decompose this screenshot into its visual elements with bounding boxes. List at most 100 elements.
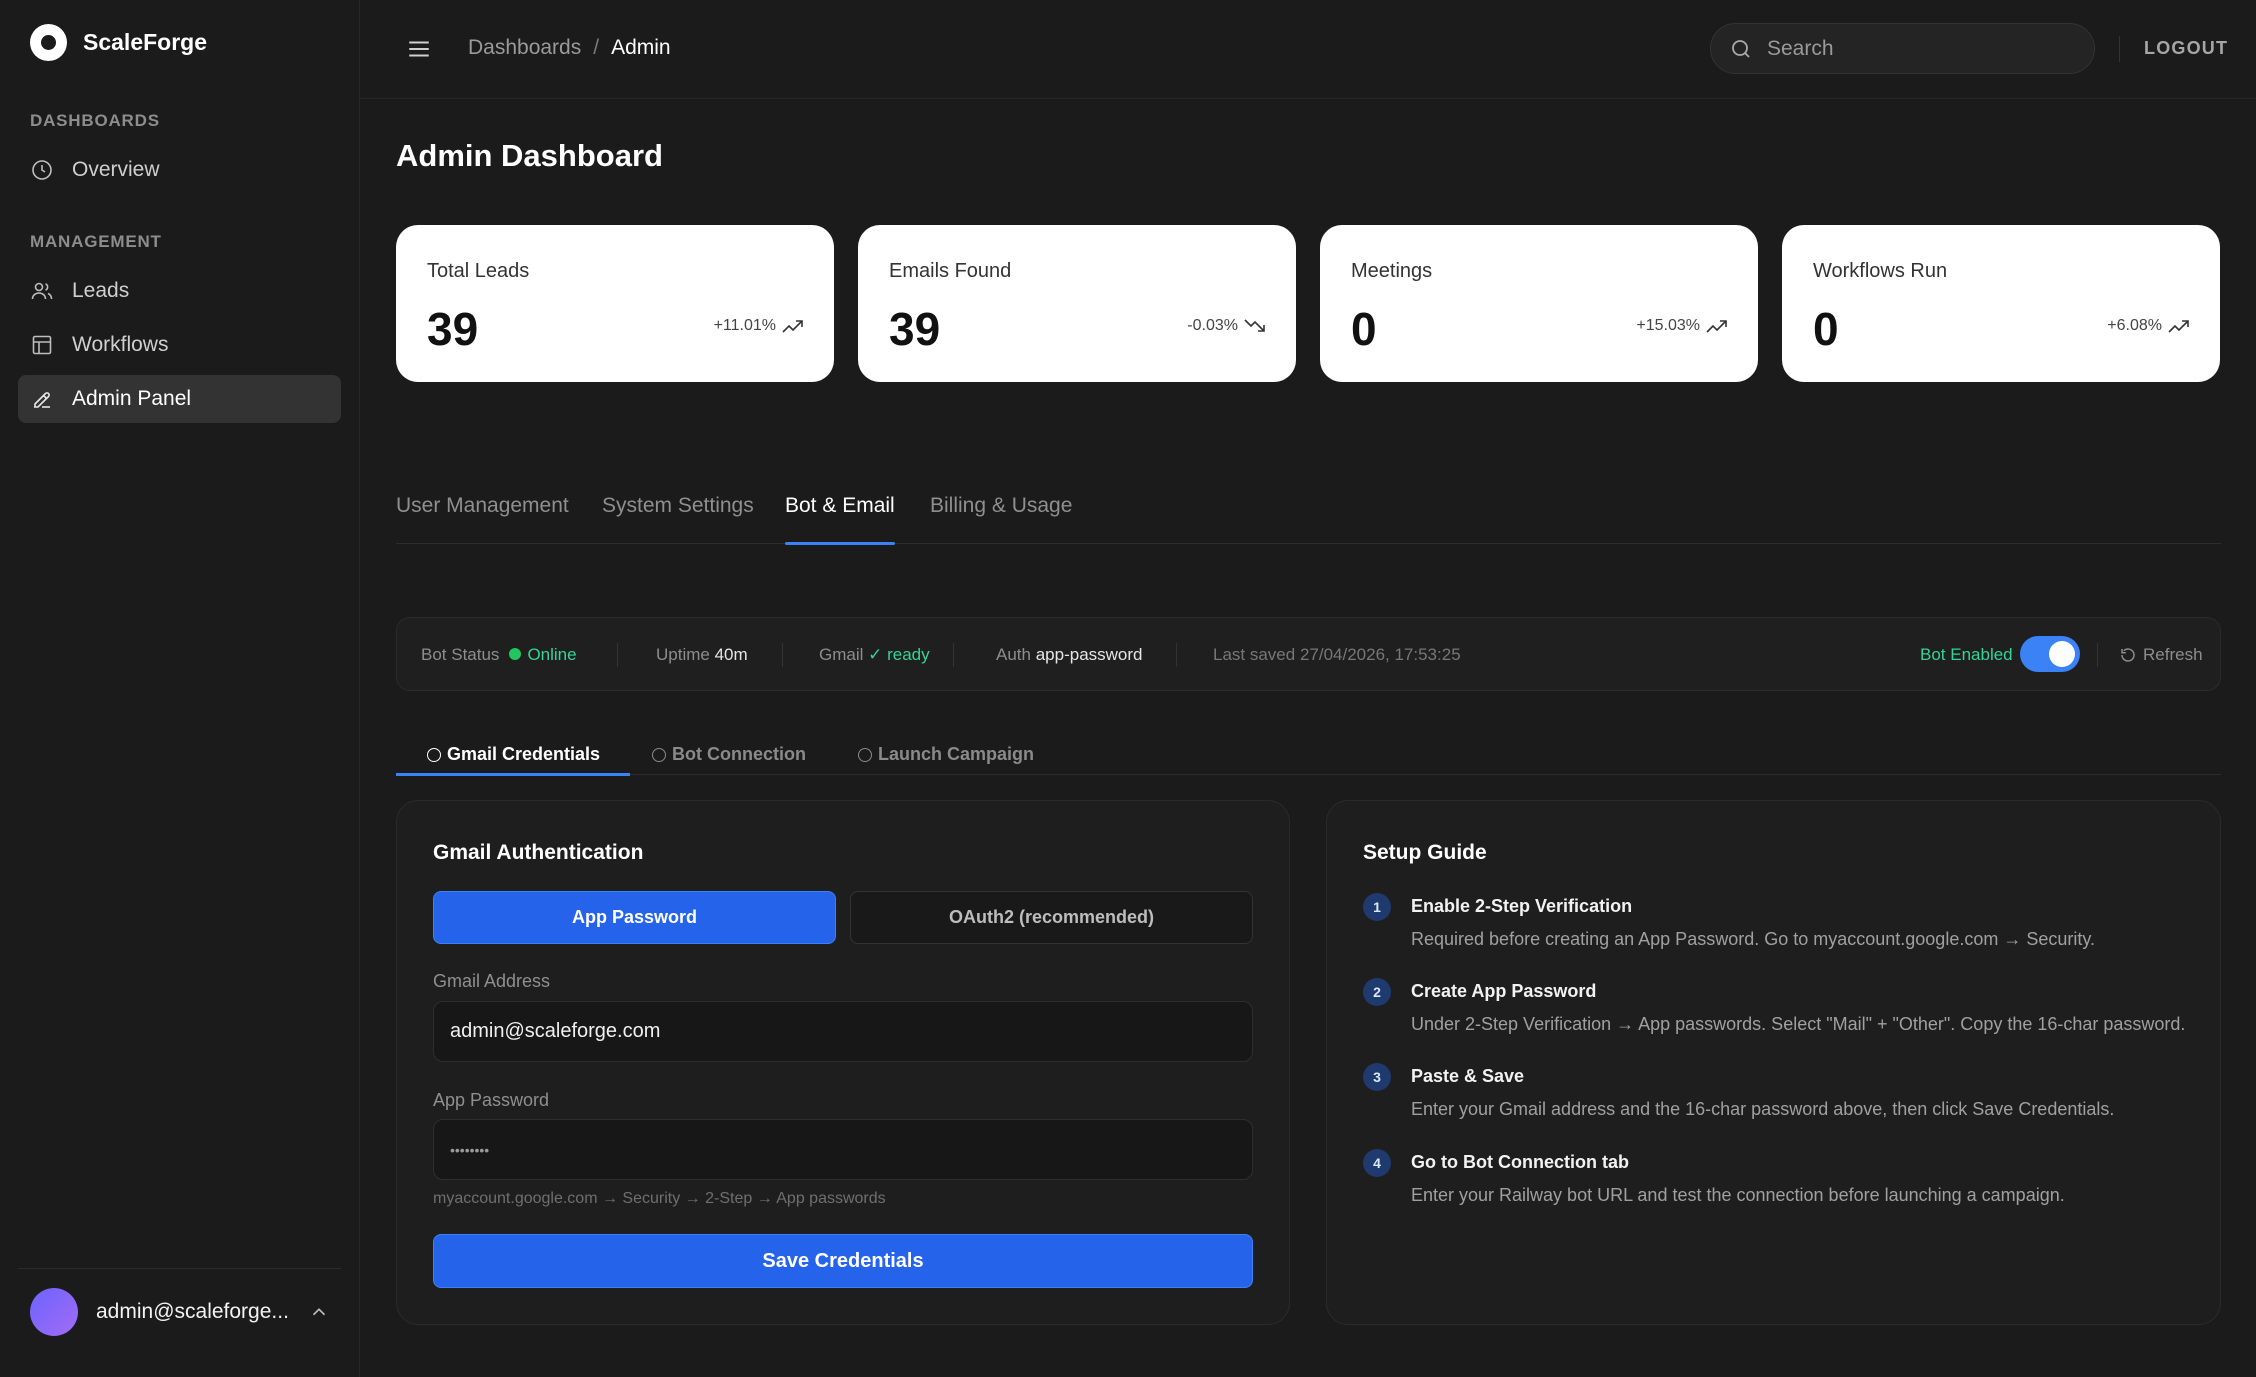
link-circle-icon xyxy=(652,747,666,762)
step-title: Enable 2-Step Verification xyxy=(1411,896,1633,916)
auth-label: Auth xyxy=(996,645,1031,664)
bot-email-subtabs: Gmail Credentials Bot Connection Launch … xyxy=(395,720,2221,776)
step-description: Enter your Gmail address and the 16-char… xyxy=(1411,1099,2115,1119)
gmail-value: ✓ ready xyxy=(868,645,930,664)
sidebar-item-admin-panel[interactable]: Admin Panel xyxy=(18,375,341,423)
subtab-gmail-credentials[interactable]: Gmail Credentials xyxy=(395,734,631,776)
sidebar-item-leads[interactable]: Leads xyxy=(18,267,341,315)
page-title: Admin Dashboard xyxy=(396,138,663,173)
stat-change: +6.08% xyxy=(2107,317,2190,335)
info-circle-icon xyxy=(427,747,441,762)
tab-billing-usage[interactable]: Billing & Usage xyxy=(930,494,1072,544)
users-icon xyxy=(31,282,53,300)
gmail-address-input[interactable] xyxy=(433,1001,1253,1062)
subtab-label: Gmail Credentials xyxy=(447,744,601,764)
app-password-mode-button[interactable]: App Password xyxy=(433,891,836,944)
stat-change-value: +11.01% xyxy=(713,317,776,334)
stat-change-value: +15.03% xyxy=(1636,317,1700,334)
bot-status-label: Bot Status xyxy=(421,645,500,664)
refresh-button[interactable]: Refresh xyxy=(2119,645,2203,665)
trend-up-icon xyxy=(2168,320,2189,333)
subtab-launch-campaign[interactable]: Launch Campaign xyxy=(858,734,1034,775)
search-box[interactable] xyxy=(1710,23,2095,74)
sidebar-item-label: Workflows xyxy=(72,333,169,356)
tab-bot-email[interactable]: Bot & Email xyxy=(785,494,895,545)
breadcrumb-admin: Admin xyxy=(611,36,671,59)
subtab-bot-connection[interactable]: Bot Connection xyxy=(652,734,806,775)
uptime: Uptime 40m xyxy=(656,645,748,665)
rocket-circle-icon xyxy=(858,747,872,762)
logout-button[interactable]: LOGOUT xyxy=(2144,38,2228,59)
search-icon xyxy=(1732,39,1750,58)
user-menu[interactable]: admin@scaleforge... xyxy=(30,1287,330,1337)
sidebar-item-label: Leads xyxy=(72,279,130,302)
bot-enabled-label: Bot Enabled xyxy=(1920,645,2013,664)
trend-down-icon xyxy=(1244,319,1265,332)
brand-logo-icon xyxy=(30,24,67,61)
sidebar: ScaleForge DASHBOARDS Overview MANAGEMEN… xyxy=(0,0,360,1377)
step-description: Required before creating an App Password… xyxy=(1411,929,2096,949)
user-email: admin@scaleforge... xyxy=(96,1300,289,1323)
brand[interactable]: ScaleForge xyxy=(30,24,207,61)
refresh-icon xyxy=(2121,648,2135,662)
status-divider xyxy=(782,643,783,667)
app-password-label: App Password xyxy=(433,1090,550,1110)
panel-title: Gmail Authentication xyxy=(433,841,644,864)
stat-change-value: +6.08% xyxy=(2107,317,2162,334)
gmail-auth-panel: Gmail Authentication App Password OAuth2… xyxy=(396,800,1290,1325)
tab-user-management[interactable]: User Management xyxy=(396,494,569,544)
bot-status-bar: Bot Status Online Uptime 40m Gmail ✓ read… xyxy=(396,617,2221,691)
breadcrumb: Dashboards / Admin xyxy=(468,36,671,60)
gmail-status: Gmail ✓ ready xyxy=(819,645,930,665)
stat-change: +11.01% xyxy=(714,317,804,335)
panel-title: Setup Guide xyxy=(1363,841,1487,864)
save-credentials-button[interactable]: Save Credentials xyxy=(433,1234,1253,1288)
header-divider xyxy=(2119,36,2120,62)
stat-card-workflows-run: Workflows Run 0 +6.08% xyxy=(1782,225,2220,382)
subtab-label: Launch Campaign xyxy=(878,744,1035,764)
sidebar-item-label: Admin Panel xyxy=(72,387,192,410)
stat-label: Meetings xyxy=(1351,260,1433,282)
gmail-address-label: Gmail Address xyxy=(433,971,551,991)
stat-value: 39 xyxy=(427,303,479,355)
layout-icon xyxy=(32,335,52,355)
breadcrumb-dashboards[interactable]: Dashboards xyxy=(468,36,581,60)
bot-status-value: Online xyxy=(527,645,577,664)
chevron-up-icon xyxy=(312,1308,326,1316)
step-number: 4 xyxy=(1363,1149,1391,1177)
step-title: Go to Bot Connection tab xyxy=(1411,1152,1629,1172)
bot-status: Bot Status Online xyxy=(421,645,577,665)
step-description: Under 2-Step Verification → App password… xyxy=(1411,1014,2186,1034)
stat-label: Total Leads xyxy=(427,260,530,282)
stat-value: 0 xyxy=(1351,303,1377,355)
step-number: 2 xyxy=(1363,978,1391,1006)
search-input[interactable] xyxy=(1767,36,2067,61)
status-divider xyxy=(1176,643,1177,667)
trend-up-icon xyxy=(782,320,803,333)
step-number: 3 xyxy=(1363,1063,1391,1091)
stat-card-total-leads: Total Leads 39 +11.01% xyxy=(396,225,834,382)
sidebar-item-overview[interactable]: Overview xyxy=(18,146,341,194)
step-description: Enter your Railway bot URL and test the … xyxy=(1411,1185,2065,1205)
stat-change: -0.03% xyxy=(1187,317,1266,335)
stat-card-meetings: Meetings 0 +15.03% xyxy=(1320,225,1758,382)
auth-value: app-password xyxy=(1035,645,1143,664)
status-divider xyxy=(953,643,954,667)
stat-label: Workflows Run xyxy=(1813,260,1948,282)
oauth2-mode-button[interactable]: OAuth2 (recommended) xyxy=(850,891,1253,944)
app-password-input[interactable] xyxy=(433,1119,1253,1180)
hamburger-menu-icon[interactable] xyxy=(406,36,432,62)
step-title: Paste & Save xyxy=(1411,1066,1525,1086)
stat-label: Emails Found xyxy=(889,260,1012,282)
breadcrumb-separator: / xyxy=(593,36,600,59)
status-divider xyxy=(617,643,618,667)
sidebar-section-dashboards: DASHBOARDS xyxy=(30,111,160,130)
sidebar-item-workflows[interactable]: Workflows xyxy=(18,321,341,369)
tab-system-settings[interactable]: System Settings xyxy=(602,494,754,544)
bot-enabled-toggle[interactable] xyxy=(2020,636,2080,672)
auth-status: Auth app-password xyxy=(996,645,1143,665)
top-bar: Dashboards / Admin LOGOUT xyxy=(360,0,2256,99)
uptime-label: Uptime xyxy=(656,645,710,664)
sidebar-item-label: Overview xyxy=(72,158,160,181)
app-password-hint: myaccount.google.com → Security → 2-Step… xyxy=(433,1190,886,1207)
